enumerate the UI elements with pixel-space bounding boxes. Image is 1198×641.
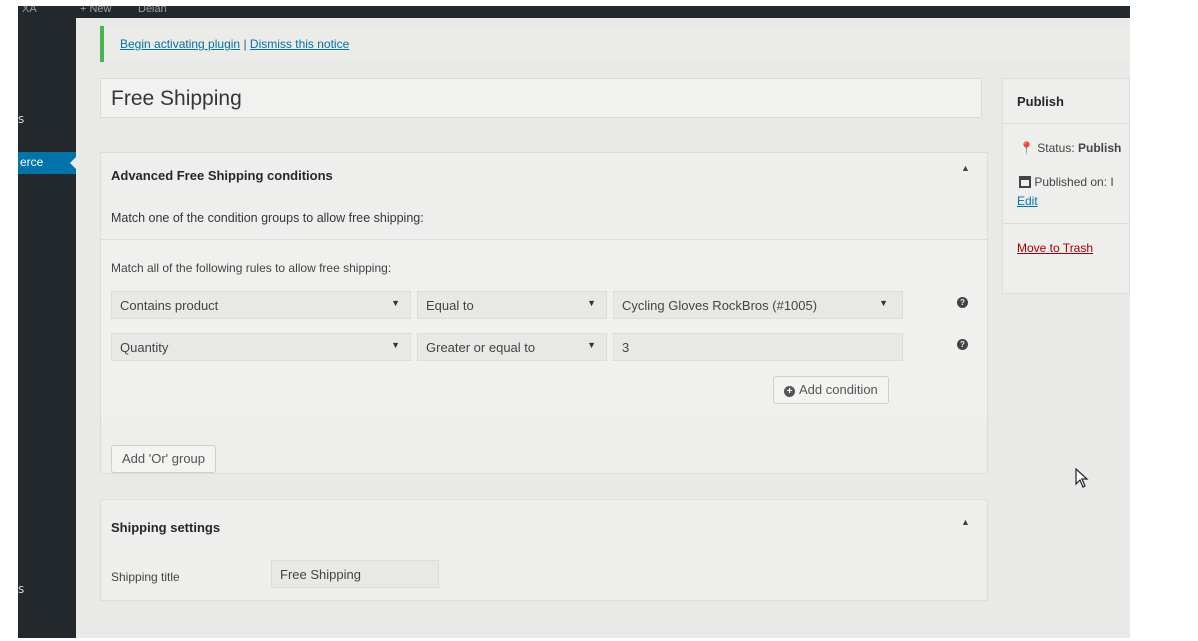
published-label: Published on: [1034, 175, 1108, 189]
admin-menu-item[interactable]: s [18, 582, 24, 596]
shipping-title-input[interactable]: Free Shipping [271, 560, 439, 588]
caret-down-icon: ▼ [587, 340, 596, 350]
condition-select-value: Contains product [120, 298, 219, 313]
publish-status-row: 📍 Status: Publish [1019, 141, 1121, 155]
photo-frame: XA + New Delan s erce s Begin activating… [0, 0, 1198, 641]
publish-heading: Publish [1017, 94, 1064, 109]
operator-select-value: Equal to [426, 298, 474, 313]
quantity-value-input[interactable]: 3 [613, 333, 903, 361]
caret-down-icon: ▼ [391, 340, 400, 350]
condition-select-value: Quantity [120, 340, 169, 355]
shipping-settings-heading: Shipping settings [111, 520, 221, 535]
shipping-settings-metabox: Shipping settings ▲ Shipping title Free … [100, 499, 988, 601]
add-condition-label: Add condition [799, 382, 878, 397]
shipping-title-label: Shipping title [111, 570, 180, 584]
move-to-trash-link[interactable]: Move to Trash [1017, 241, 1093, 255]
caret-down-icon: ▼ [391, 298, 400, 308]
notice-separator: | [243, 37, 247, 51]
admin-bar: XA + New Delan [18, 6, 1130, 18]
edit-date-link[interactable]: Edit [1017, 194, 1038, 208]
help-icon[interactable]: ? [957, 297, 968, 308]
shipping-title-value: Free Shipping [280, 567, 361, 582]
post-title-input[interactable]: Free Shipping [100, 78, 982, 118]
calendar-icon [1019, 176, 1031, 188]
admin-bar-new[interactable]: + New [80, 6, 112, 15]
group-intro: Match all of the following rules to allo… [111, 261, 392, 275]
condition-select[interactable]: Quantity ▼ [111, 333, 411, 361]
pin-icon: 📍 [1019, 141, 1034, 155]
admin-bar-user[interactable]: Delan [138, 6, 167, 15]
conditions-heading: Advanced Free Shipping conditions [111, 168, 333, 183]
toggle-up-icon[interactable]: ▲ [961, 517, 970, 527]
dismiss-notice-link[interactable]: Dismiss this notice [250, 37, 349, 51]
publish-divider [1003, 223, 1129, 224]
caret-down-icon: ▼ [587, 298, 596, 308]
quantity-value: 3 [622, 340, 630, 355]
add-or-group-button[interactable]: Add 'Or' group [111, 445, 217, 473]
operator-select-value: Greater or equal to [426, 340, 536, 355]
publish-date-row: Published on: I [1019, 175, 1114, 189]
mouse-pointer-icon [1074, 467, 1090, 493]
status-label: Status: [1037, 141, 1075, 155]
condition-group: Match all of the following rules to allo… [101, 239, 987, 417]
add-condition-button[interactable]: + Add condition [773, 376, 889, 404]
caret-down-icon: ▼ [879, 298, 888, 308]
admin-menu: s erce s [18, 18, 76, 638]
screen: XA + New Delan s erce s Begin activating… [18, 6, 1130, 638]
product-select[interactable]: Cycling Gloves RockBros (#1005) ▼ [613, 291, 903, 319]
plugin-notice: Begin activating plugin | Dismiss this n… [100, 26, 1130, 62]
conditions-intro: Match one of the condition groups to all… [111, 211, 424, 225]
begin-activating-link[interactable]: Begin activating plugin [120, 37, 240, 51]
plus-circle-icon: + [784, 386, 795, 397]
operator-select[interactable]: Greater or equal to ▼ [417, 333, 607, 361]
admin-menu-item[interactable]: s [18, 112, 24, 126]
toggle-up-icon[interactable]: ▲ [961, 163, 970, 173]
product-select-value: Cycling Gloves RockBros (#1005) [622, 298, 818, 313]
help-icon[interactable]: ? [957, 339, 968, 350]
condition-select[interactable]: Contains product ▼ [111, 291, 411, 319]
publish-metabox: Publish 📍 Status: Publish Published on: … [1002, 78, 1130, 294]
operator-select[interactable]: Equal to ▼ [417, 291, 607, 319]
status-value: Publish [1078, 141, 1122, 155]
notice-links: Begin activating plugin | Dismiss this n… [120, 37, 349, 51]
admin-menu-item-woocommerce[interactable]: erce [18, 152, 76, 174]
published-value: I [1110, 175, 1114, 189]
admin-bar-site[interactable]: XA [22, 6, 37, 15]
conditions-metabox: Advanced Free Shipping conditions ▲ Matc… [100, 152, 988, 474]
publish-divider [1003, 123, 1129, 124]
